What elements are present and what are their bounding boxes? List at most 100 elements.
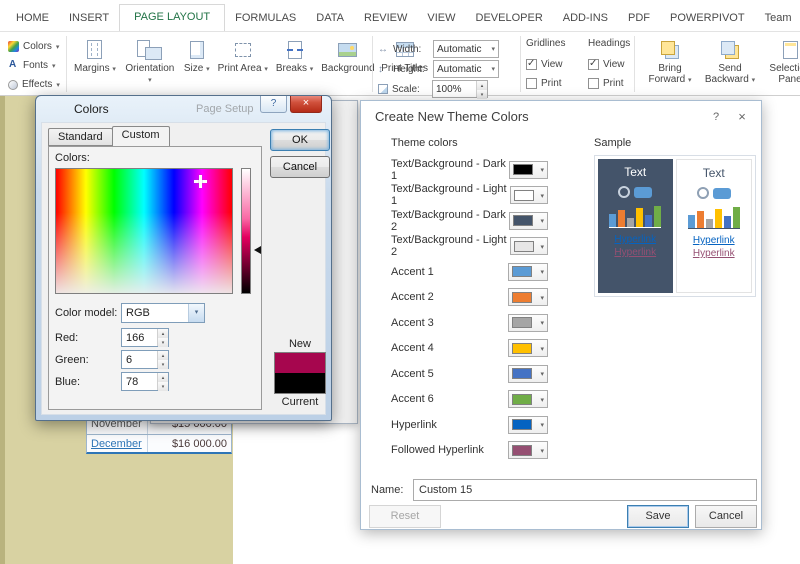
- theme-fonts-button[interactable]: Fonts: [8, 57, 66, 74]
- height-value: Automatic: [437, 64, 481, 75]
- ribbon-tab-add-ins[interactable]: ADD-INS: [553, 6, 618, 31]
- luminance-slider[interactable]: [241, 168, 251, 294]
- luminance-slider-arrow-icon[interactable]: [254, 246, 261, 254]
- width-label: Width:: [393, 44, 429, 55]
- color-swatch: [512, 317, 532, 328]
- gridlines-view-checkbox[interactable]: View: [526, 55, 576, 74]
- headings-print-checkbox[interactable]: Print: [588, 74, 638, 93]
- close-button[interactable]: [290, 96, 322, 113]
- checkbox-checked-icon: [526, 59, 537, 70]
- spin-down-icon[interactable]: [158, 382, 168, 391]
- breaks-button[interactable]: Breaks: [272, 34, 317, 74]
- spinner-arrows[interactable]: [157, 373, 168, 390]
- spin-up-icon[interactable]: [158, 373, 168, 382]
- ribbon-tab-team[interactable]: Team: [755, 6, 800, 31]
- dialog-system-buttons: [707, 109, 751, 125]
- chevron-down-icon: [491, 44, 495, 54]
- theme-color-dropdown[interactable]: [508, 390, 548, 408]
- ribbon-tab-review[interactable]: REVIEW: [354, 6, 417, 31]
- ok-button[interactable]: OK: [270, 129, 330, 151]
- width-value: Automatic: [437, 44, 481, 55]
- colors-label: Colors:: [55, 152, 90, 164]
- blue-spinner[interactable]: 78: [121, 372, 169, 391]
- height-combo[interactable]: Automatic: [433, 60, 499, 78]
- size-button[interactable]: Size: [180, 34, 214, 74]
- dialog-title-bar[interactable]: Colors Page Setup: [36, 96, 331, 122]
- chevron-down-icon[interactable]: [188, 304, 204, 322]
- theme-color-row: Accent 2: [391, 285, 548, 311]
- theme-color-row: Text/Background - Dark 1: [391, 157, 548, 183]
- spinner-arrows[interactable]: [157, 329, 168, 346]
- print-area-button[interactable]: Print Area: [214, 34, 272, 74]
- value-cell[interactable]: $16 000.00: [147, 435, 231, 452]
- theme-color-label: Text/Background - Dark 1: [391, 158, 509, 182]
- red-label: Red:: [55, 332, 78, 344]
- selection-pane-button[interactable]: Selection Pane: [760, 34, 800, 85]
- spin-down-icon[interactable]: [158, 338, 168, 347]
- theme-color-dropdown[interactable]: [510, 186, 548, 204]
- tab-standard[interactable]: Standard: [48, 128, 113, 146]
- sample-chart-bar: [733, 207, 740, 228]
- gridlines-print-checkbox[interactable]: Print: [526, 74, 576, 93]
- theme-color-dropdown[interactable]: [509, 161, 548, 179]
- ribbon-tab-developer[interactable]: DEVELOPER: [466, 6, 553, 31]
- theme-name-input[interactable]: [413, 479, 757, 501]
- color-crosshair-marker[interactable]: [194, 175, 207, 188]
- scale-spinner[interactable]: 100%: [432, 80, 488, 98]
- spin-down-icon[interactable]: [158, 360, 168, 369]
- ribbon-tab-insert[interactable]: INSERT: [59, 6, 119, 31]
- red-spinner[interactable]: 166: [121, 328, 169, 347]
- orientation-button[interactable]: Orientation: [120, 34, 180, 85]
- green-value: 6: [126, 354, 132, 366]
- table-row[interactable]: December $16 000.00: [86, 434, 232, 454]
- save-button[interactable]: Save: [627, 505, 689, 528]
- theme-color-dropdown[interactable]: [508, 288, 548, 306]
- theme-color-label: Hyperlink: [391, 419, 437, 431]
- ribbon-tab-home[interactable]: HOME: [6, 6, 59, 31]
- theme-color-dropdown[interactable]: [508, 263, 548, 281]
- ribbon-tab-page-layout[interactable]: PAGE LAYOUT: [119, 4, 225, 31]
- spin-down-icon[interactable]: [477, 90, 487, 99]
- theme-color-dropdown[interactable]: [508, 441, 548, 459]
- ribbon-tab-powerpivot[interactable]: POWERPIVOT: [660, 6, 755, 31]
- spin-up-icon[interactable]: [158, 329, 168, 338]
- spin-up-icon[interactable]: [158, 351, 168, 360]
- help-button[interactable]: [260, 96, 287, 113]
- cancel-button[interactable]: Cancel: [270, 156, 330, 178]
- help-button[interactable]: [707, 109, 725, 125]
- height-row: Height: Automatic: [378, 60, 499, 78]
- sample-bar-chart: [609, 205, 661, 228]
- theme-color-dropdown[interactable]: [508, 339, 548, 357]
- headings-view-checkbox[interactable]: View: [588, 55, 638, 74]
- close-button[interactable]: [733, 109, 751, 125]
- theme-effects-button[interactable]: Effects: [8, 76, 66, 93]
- ribbon-tab-formulas[interactable]: FORMULAS: [225, 6, 306, 31]
- spinner-arrows[interactable]: [476, 81, 487, 97]
- bring-forward-button[interactable]: Bring Forward: [640, 34, 700, 85]
- theme-color-dropdown[interactable]: [508, 314, 548, 332]
- ribbon-tab-data[interactable]: DATA: [306, 6, 354, 31]
- spinner-arrows[interactable]: [157, 351, 168, 368]
- cancel-button[interactable]: Cancel: [695, 505, 757, 528]
- theme-color-label: Text/Background - Dark 2: [391, 209, 509, 233]
- color-gradient-picker[interactable]: [55, 168, 233, 294]
- send-backward-button[interactable]: Send Backward: [700, 34, 760, 85]
- tab-custom[interactable]: Custom: [112, 126, 170, 146]
- color-model-combo[interactable]: RGB: [121, 303, 205, 323]
- width-combo[interactable]: Automatic: [433, 40, 499, 58]
- fonts-icon: [8, 60, 19, 71]
- ribbon-tab-view[interactable]: VIEW: [417, 6, 465, 31]
- spin-up-icon[interactable]: [477, 81, 487, 90]
- theme-color-dropdown[interactable]: [510, 237, 548, 255]
- background-button[interactable]: Background: [317, 34, 377, 74]
- ribbon-tab-pdf[interactable]: PDF: [618, 6, 660, 31]
- green-spinner[interactable]: 6: [121, 350, 169, 369]
- theme-color-label: Accent 2: [391, 291, 434, 303]
- theme-color-dropdown[interactable]: [509, 212, 548, 230]
- theme-colors-button[interactable]: Colors: [8, 38, 66, 55]
- margins-button[interactable]: Margins: [70, 34, 120, 74]
- month-cell[interactable]: December: [87, 435, 147, 452]
- theme-color-dropdown[interactable]: [508, 416, 548, 434]
- print-area-label: Print Area: [218, 63, 262, 74]
- theme-color-dropdown[interactable]: [508, 365, 548, 383]
